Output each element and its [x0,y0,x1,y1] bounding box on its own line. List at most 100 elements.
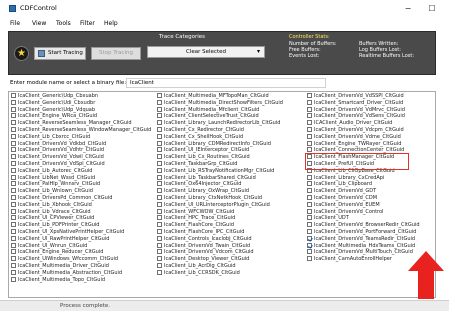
module-list-item[interactable]: IcaClient_ClientSelectiveTrust_CltGuid [157,113,283,120]
module-checkbox[interactable] [307,126,312,132]
module-checkbox[interactable] [307,93,312,98]
module-list-item[interactable]: IcaClient_UI_Wnrun_CltGuid [11,242,151,250]
module-list-item[interactable]: IcaClient_Smartcard_Driver_CltGuid [307,99,420,107]
module-checkbox[interactable] [307,188,312,194]
module-list-item[interactable]: IcaClient_Lib_Cx_Routines_CltGuid [157,154,283,161]
module-checkbox[interactable] [157,93,162,98]
module-list-item[interactable]: IcaClient_Lib_Autorec_CltGuid [11,167,151,175]
module-checkbox[interactable] [11,93,16,98]
module-list-item[interactable]: IcaClient_DriversVd_CDM [307,194,420,202]
module-list-item[interactable]: IcaClient_Library_LaunchRedirectorLib_Cl… [157,120,283,127]
module-list-item[interactable]: IcaClient_Lib_Xbhook_CltGuid [11,201,151,209]
module-checkbox[interactable] [157,194,162,200]
module-checkbox[interactable] [307,194,312,200]
module-checkbox[interactable] [307,208,312,214]
module-checkbox[interactable] [157,160,162,166]
module-checkbox[interactable] [157,222,162,228]
module-list-item[interactable]: IcaClient_Multimedia_MFTopoMan_CltGuid [157,93,283,100]
module-list-item[interactable]: IcaClient_DriversVd_Vdhtr_CltGuid [11,147,151,154]
module-list-item[interactable]: IcaClient_HPC_Trace_CltGuid [157,215,283,222]
module-checkbox[interactable] [11,160,16,166]
module-list-item[interactable]: IcaClient_Multimedia_Driver_CltGuid [11,262,151,270]
module-list-item[interactable]: IcaClient_Multimedia_HdxTeams_CltGuid [307,242,420,250]
module-list-item[interactable]: IcaClient_TaskbarGrp_CltGuid [157,160,283,168]
module-checkbox[interactable] [11,256,16,262]
module-list-item[interactable]: IcaClient_Engine_TWRayer_CltGuid [307,140,420,148]
module-list-item[interactable]: IcaClient_Cx_Redirector_CltGuid [157,126,283,134]
menu-help[interactable]: Help [104,20,118,27]
module-list-item[interactable]: IcaClient_Lib_TaskbarShared_CltGuid [157,174,283,182]
module-list-item[interactable]: IcaClient_CamAutoEnrollHelper [307,256,420,263]
module-list-item[interactable]: IcaClient_Multimedia_DirectShowFilters_C… [157,99,283,107]
module-list-item[interactable]: IcaClient_Cx_ShellHook_CltGuid [157,133,283,141]
module-checkbox[interactable] [157,228,162,234]
module-list-item[interactable]: IcaClient_UI_IEInterceptor_CltGuid [157,147,283,154]
module-checkbox[interactable] [307,235,312,241]
module-checkbox[interactable] [11,181,16,187]
module-list-item[interactable]: IcaClient_Ox64Injector_CltGuid [157,181,283,188]
module-checkbox[interactable] [11,276,16,282]
module-checkbox[interactable] [157,140,162,146]
module-list-item[interactable]: IcaClient_DriversVd_EUEM [307,201,420,209]
module-list-item[interactable]: IcaClient_Multimedia_Mfclient_CltGuid [157,106,283,114]
module-list-item[interactable]: IcaClient_DriversVd_GDT [307,188,420,195]
module-checkbox[interactable] [157,154,162,160]
module-checkbox[interactable] [11,208,16,214]
menu-filter[interactable]: Filter [80,20,95,27]
module-checkbox[interactable] [11,126,16,132]
module-list-item[interactable]: IcaClient_UI_XpsNativePrintHelper_CltGui… [11,228,151,236]
module-checkbox[interactable] [307,201,312,207]
module-list-item[interactable]: IcaClient_UiWindows_Wfccomm_CltGuid [11,256,151,263]
module-checkbox[interactable] [157,113,162,119]
module-checkbox[interactable] [307,133,312,139]
module-checkbox[interactable] [307,174,312,180]
module-checkbox[interactable] [307,249,312,255]
module-list-item[interactable]: IcaClient_Lib_PDFPrinter_CltGuid [11,222,151,229]
module-checkbox[interactable] [11,147,16,153]
module-list-item[interactable]: IcaClient_Lib_CCRSDK_CltGuid [157,269,283,277]
module-checkbox[interactable] [11,99,16,105]
module-list-item[interactable]: IcaClient_FlashCore_IPC_CltGuid [157,228,283,236]
module-checkbox[interactable] [307,228,312,234]
module-list-item[interactable]: IcaClient_Library_OxWrap_CltGuid [157,188,283,195]
module-list-item[interactable]: IcaClient_DriversVd_Twain_CltGuid [157,242,283,250]
module-list-item[interactable]: IcaClient_Lib_Vdrace_CltGuid [11,208,151,216]
module-list-item[interactable]: IcaClient_Controls_IcaclobJ_CltGuid [157,235,283,243]
module-list-item[interactable]: IcaClient_Generic\Udi_Cbxudbr [11,99,151,107]
module-checkbox[interactable] [307,215,312,221]
module-checkbox[interactable] [307,222,312,228]
module-checkbox[interactable] [307,120,312,126]
trace-categories-select[interactable]: Clear Selected ▾ [147,46,265,58]
module-list-item[interactable]: IcaClient_DriversVd_Control [307,208,420,216]
module-checkbox[interactable] [11,154,16,160]
module-checkbox[interactable] [307,242,312,248]
module-checkbox[interactable] [11,194,16,200]
module-checkbox[interactable] [307,113,312,119]
module-checkbox[interactable] [307,140,312,146]
module-checkbox[interactable] [157,256,162,262]
module-checkbox[interactable] [11,167,16,173]
module-checkbox[interactable] [157,106,162,112]
module-checkbox[interactable] [157,242,162,248]
module-checkbox[interactable] [157,174,162,180]
module-list-item[interactable]: IcaClient_ReverseSeamless_Manager_CltGui… [11,120,151,127]
module-list-item[interactable]: IcaClient_Lib_RSTrayNotificationMgr_CltG… [157,167,283,175]
module-checkbox[interactable] [11,269,16,275]
module-list-item[interactable]: IcaClient_DriversVd_Vdwil_CltGuid [11,154,151,161]
module-checkbox[interactable] [11,215,16,221]
module-list-item[interactable]: IcaClient_LibNet_Wssd_CltGuid [11,174,151,182]
module-checkbox[interactable] [307,99,312,105]
module-checkbox[interactable] [157,262,162,268]
module-list-item[interactable]: IcaClient_Multimedia_Topo_CltGuid [11,276,151,284]
menu-file[interactable]: File [10,20,20,27]
module-checkbox[interactable] [157,235,162,241]
module-checkbox[interactable] [157,215,162,221]
module-filter-input[interactable] [126,78,326,88]
module-list-item[interactable]: IcaClient_DriversVd_Vdcom_CltGuid [157,249,283,256]
module-checkbox[interactable] [11,201,16,207]
module-list-item[interactable]: IcaClient_Library_CDMRedirectInfo_CltGui… [157,140,283,148]
module-checkbox[interactable] [11,262,16,268]
module-list-item[interactable]: IcaClient_Library_CxCredApi [307,174,420,182]
module-checkbox[interactable] [11,242,16,248]
module-checkbox[interactable] [157,133,162,139]
